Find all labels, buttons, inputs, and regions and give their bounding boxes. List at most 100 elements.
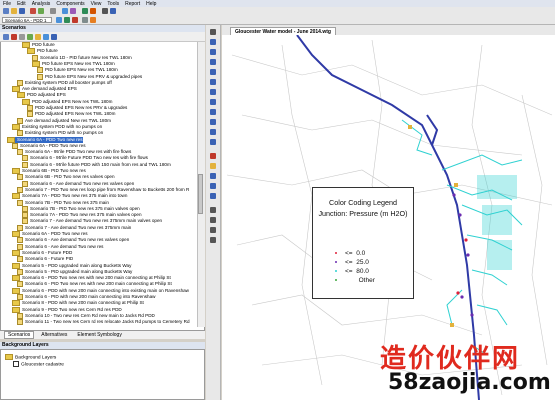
tree-scenario-row[interactable]: Scenario 11 - Two new res Cern rd res re… <box>17 319 190 326</box>
tree-scenario-row[interactable]: Scenario 6 - Future PID <box>17 256 73 263</box>
tree-folder-row[interactable]: Scenario 6 - Future PDD <box>12 249 72 256</box>
menu-item-edit[interactable]: Edit <box>17 1 26 7</box>
tree-scenario-row[interactable]: Scenario 7 - PID Two new res loop pipe f… <box>17 186 189 193</box>
tree-scenario-row[interactable]: Scenario 6 - PID Two new res with new 20… <box>17 281 172 288</box>
tree-scenario-row[interactable]: Scenario 7 - Ave demand Two new res 375m… <box>17 224 131 231</box>
print-icon[interactable] <box>50 8 56 14</box>
tree-scenario-row[interactable]: Scenario 7 - Ave demand Two new res 375m… <box>22 218 162 225</box>
tree-folder-row[interactable]: Existing system PDD with no pumps on <box>12 123 102 130</box>
menu-item-help[interactable]: Help <box>146 1 156 7</box>
tree-scenario-row[interactable]: Scenario 6 - Ave demand Two new res valv… <box>17 237 129 244</box>
fcv-icon[interactable] <box>210 119 216 125</box>
tree-scenario-row[interactable]: Scenario 7B - PID Two new res 375 main v… <box>22 205 140 212</box>
tree-folder-row[interactable]: PDD future <box>22 42 55 48</box>
tree-scenario-row[interactable]: PDD adjusted EPS New res TWL 180m <box>27 111 115 118</box>
tree-scenario-row[interactable]: Scenario 1D - PID future New res TWL 180… <box>32 54 132 61</box>
tree-scenario-row[interactable]: PID future EPS New res TWL 180m <box>37 67 118 74</box>
undo-icon[interactable] <box>30 8 36 14</box>
spot-elevation-icon[interactable] <box>210 153 216 159</box>
compute-icon[interactable] <box>56 17 62 23</box>
tcv-icon[interactable] <box>210 129 216 135</box>
tree-scenario-row[interactable]: Scenario 6 - Ave demand Two new res <box>17 243 103 250</box>
border-icon[interactable] <box>210 237 216 243</box>
tree-scenario-row[interactable]: Scenario 7B - PID Two new res 375 main <box>17 199 109 206</box>
open-icon[interactable] <box>11 8 17 14</box>
tree-folder-row[interactable]: PID future <box>27 48 58 55</box>
tree-scenario-row[interactable]: Scenario 6 - PID with new 200 main conne… <box>17 294 155 300</box>
tab-alternatives[interactable]: Alternatives <box>38 332 70 338</box>
tree-scenario-row[interactable]: Ave demand adjusted New res TWL 180m <box>17 117 111 124</box>
menu-item-analysis[interactable]: Analysis <box>32 1 51 7</box>
tree-folder-row[interactable]: PDD adjusted EPS New res TWL 180m <box>22 98 112 105</box>
pump-icon[interactable] <box>210 89 216 95</box>
tree-scrollbar-thumb[interactable] <box>198 174 203 214</box>
tree-scenario-row[interactable]: Scenario 6 - Ave demand Two new res valv… <box>22 180 134 187</box>
compute-icon[interactable] <box>62 8 68 14</box>
menu-item-tools[interactable]: Tools <box>107 1 119 7</box>
new-scenario-icon[interactable] <box>3 33 9 40</box>
help-icon[interactable] <box>110 8 116 14</box>
menu-item-report[interactable]: Report <box>125 1 140 7</box>
tree-folder-row[interactable]: PDD adjusted EPS <box>17 92 66 99</box>
tree-scenario-row[interactable]: Scenario 6 - 95'ile Future PDD Two new r… <box>22 155 148 162</box>
new-icon[interactable] <box>3 8 9 14</box>
select-icon[interactable] <box>210 29 216 35</box>
tab-element-symbology[interactable]: Element Symbology <box>74 332 124 338</box>
tree-folder-row[interactable]: Scenario 5 - PDD upgraded main along Buc… <box>12 262 131 269</box>
graph-icon[interactable] <box>90 8 96 14</box>
background-layer-item[interactable]: Gloucester cadastre <box>13 361 64 367</box>
hydrant-icon[interactable] <box>210 59 216 65</box>
tree-scenario-row[interactable]: Existing system PID with no pumps on <box>17 130 103 137</box>
tree-scenario-row[interactable]: Scenario 7A - PDD Two new res 375 main v… <box>22 212 142 219</box>
prv-icon[interactable] <box>210 109 216 115</box>
pipe-icon[interactable] <box>210 39 216 45</box>
reservoir-icon[interactable] <box>210 79 216 85</box>
tree-folder-row[interactable]: Ave demand adjusted EPS <box>12 86 77 93</box>
tree-scenario-row[interactable]: Existing system PDD all booster pumps of… <box>17 79 112 86</box>
tree-folder-row[interactable]: Scenario 6 - PDD with new 200 main conne… <box>12 287 189 294</box>
tree-folder-row[interactable]: Scenario 7A - PDD Two new res 375 main i… <box>12 193 127 200</box>
surge-tank-icon[interactable] <box>210 193 216 199</box>
help-icon[interactable] <box>51 33 57 40</box>
save-icon[interactable] <box>19 8 25 14</box>
tree-scenario-row[interactable]: Scenario 6A - 95'ile PDD Two new res wit… <box>17 149 131 156</box>
report-icon[interactable] <box>70 8 76 14</box>
table-icon[interactable] <box>102 8 108 14</box>
air-valve-icon[interactable] <box>210 183 216 189</box>
properties-icon[interactable] <box>35 33 41 40</box>
tree-folder-row[interactable]: Scenario 6 - PDD Two new res with new 20… <box>12 275 171 282</box>
delete-icon[interactable] <box>11 33 17 40</box>
make-current-icon[interactable] <box>27 33 33 40</box>
compute-scenario-icon[interactable] <box>43 33 49 40</box>
tree-scenario-row[interactable]: PDD adjusted EPS New res PRV & upgrades <box>27 105 127 111</box>
tree-scenario-row[interactable]: Scenario 10 - Two new res Cern Rd new ma… <box>17 312 155 319</box>
tree-scenario-row[interactable]: Scenario 6 - 95'ile future PDD with 150 … <box>22 161 171 168</box>
tree-scenario-row[interactable]: Scenario 5 - PID upgraded main along Buc… <box>17 268 132 275</box>
tree-scenario-row[interactable]: PID future EPS New res PRV & upgraded pi… <box>37 73 142 80</box>
tree-folder-row[interactable]: Scenario 6B - PID Two new res <box>12 168 86 174</box>
background-layer-root[interactable]: Background Layers <box>5 354 56 360</box>
tab-scenarios[interactable]: Scenarios <box>4 331 35 339</box>
tank-icon[interactable] <box>210 69 216 75</box>
checkbox-icon[interactable] <box>13 361 19 367</box>
menu-item-file[interactable]: File <box>3 1 11 7</box>
lateral-icon[interactable] <box>210 173 216 179</box>
junction-icon[interactable] <box>210 49 216 55</box>
zoom-icon[interactable] <box>82 17 88 23</box>
polygon-icon[interactable] <box>210 227 216 233</box>
color-coding-icon[interactable] <box>90 17 96 23</box>
gpv-icon[interactable] <box>210 139 216 145</box>
tree-folder-row[interactable]: Scenario 6A - PDD Two new res <box>7 136 83 143</box>
scenario-selector[interactable]: Scenario 6A - PDD 1 <box>2 17 52 23</box>
redo-icon[interactable] <box>38 8 44 14</box>
valve-icon[interactable] <box>210 99 216 105</box>
rename-icon[interactable] <box>19 33 25 40</box>
stop-icon[interactable] <box>72 17 78 23</box>
tree-folder-row[interactable]: PID future EPS New res TWL 180m <box>32 60 115 67</box>
menu-item-components[interactable]: Components <box>56 1 84 7</box>
play-icon[interactable] <box>64 17 70 23</box>
tree-scenario-row[interactable]: Scenario 6B - PID Two new res valves ope… <box>17 174 115 181</box>
customer-meter-icon[interactable] <box>210 163 216 169</box>
find-icon[interactable] <box>82 8 88 14</box>
tree-folder-row[interactable]: Scenario 9 - PDD Two new res Cern Rd res… <box>12 306 122 313</box>
